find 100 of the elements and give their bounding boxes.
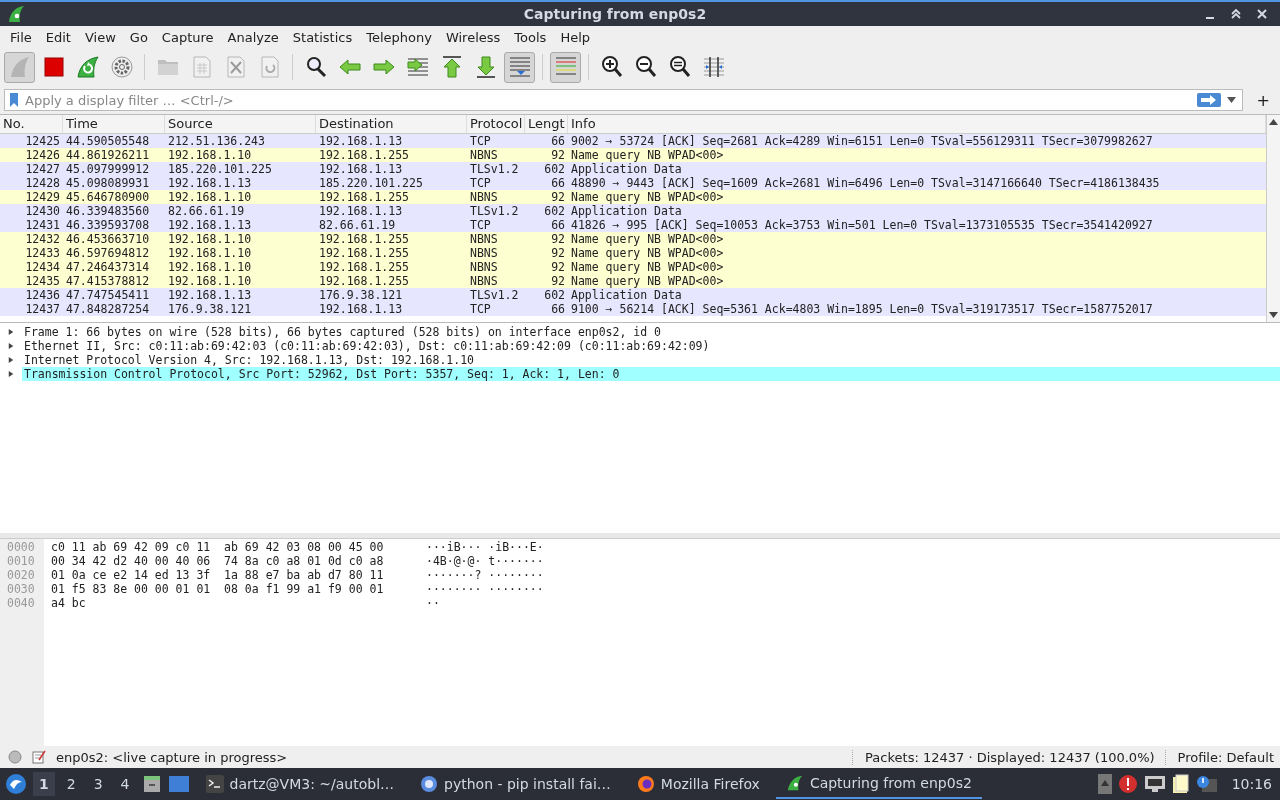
menu-item[interactable]: Help bbox=[553, 29, 597, 45]
table-cell-text: 192.168.1.255 bbox=[318, 148, 410, 162]
packet-row[interactable]: 12434 47.246437314 192.168.1.10 192.168.1.255 NBNS 92 Name query NB WPAD<00> bbox=[0, 260, 1266, 274]
notification-icon[interactable] bbox=[1195, 775, 1218, 793]
packet-row[interactable]: 12433 46.597694812 192.168.1.10 192.168.1.255 NBNS 92 Name query NB WPAD<00> bbox=[0, 246, 1266, 260]
alert-icon[interactable] bbox=[1117, 774, 1138, 794]
table-cell-text: NBNS bbox=[469, 260, 499, 274]
expand-arrow-icon[interactable] bbox=[8, 328, 14, 336]
hex-bytes: 00 34 42 d2 40 00 40 06 74 8a c0 a8 01 0d c0 a8 bbox=[51, 554, 385, 568]
menu-item[interactable]: Edit bbox=[38, 29, 78, 45]
byte-offset: 0000 bbox=[7, 540, 36, 554]
profile-label[interactable]: Profile: Default bbox=[1164, 749, 1274, 765]
table-cell-text: 192.168.1.10 bbox=[167, 260, 253, 274]
workspace-button[interactable]: 4 bbox=[114, 772, 136, 796]
taskbar-button[interactable]: Capturing from enp0s2 bbox=[775, 769, 982, 799]
workspace-button[interactable]: 2 bbox=[60, 772, 82, 796]
tree-item[interactable]: Transmission Control Protocol, Src Port: 52962, Dst Port: 5357, Seq: 1, Ack: 1, Len: 0 bbox=[22, 367, 1280, 381]
network-icon[interactable] bbox=[1143, 775, 1166, 793]
display-filter-field[interactable]: Apply a display filter … <Ctrl-/> bbox=[4, 89, 1243, 111]
menu-item[interactable]: Statistics bbox=[285, 29, 360, 45]
taskbar-button[interactable]: dartz@VM3: ~/autobl… bbox=[195, 769, 405, 799]
packet-row[interactable]: 12429 45.646780900 192.168.1.10 192.168.1.255 NBNS 92 Name query NB WPAD<00> bbox=[0, 190, 1266, 204]
table-cell-text: 46.339593708 bbox=[65, 218, 151, 232]
packet-row[interactable]: 12437 47.848287254 176.9.38.121 192.168.1.13 TCP 66 9100 → 56214 [ACK] Seq=5361 Ack=4803 Win=1895 Len=0 TSval=319173517 TSecr=1587752017 bbox=[0, 302, 1266, 316]
clock[interactable]: 10:16 bbox=[1223, 776, 1272, 792]
notepad-icon[interactable] bbox=[32, 750, 46, 764]
column-header[interactable]: Time bbox=[63, 115, 165, 133]
close-icon[interactable] bbox=[1256, 8, 1268, 20]
table-cell-text: 602 bbox=[543, 288, 566, 302]
column-header[interactable]: No. bbox=[0, 115, 63, 133]
packet-row[interactable]: 12426 44.861926211 192.168.1.10 192.168.1.255 NBNS 92 Name query NB WPAD<00> bbox=[0, 148, 1266, 162]
zoom-in-icon bbox=[599, 55, 624, 79]
tree-item[interactable]: Ethernet II, Src: c0:11:ab:69:42:03 (c0:11:ab:69:42:03), Dst: c0:11:ab:69:42:09 (c0:11:ab:69:42:09) bbox=[22, 339, 1280, 353]
window-title: Capturing from enp0s2 bbox=[522, 6, 708, 22]
packet-row[interactable]: 12432 46.453663710 192.168.1.10 192.168.1.255 NBNS 92 Name query NB WPAD<00> bbox=[0, 232, 1266, 246]
hex-bytes: c0 11 ab 69 42 09 c0 11 ab 69 42 03 08 00 45 00 bbox=[51, 540, 385, 554]
scroll-up-icon[interactable] bbox=[1269, 119, 1278, 125]
table-cell-text: 12433 bbox=[24, 246, 61, 260]
terminal-icon bbox=[205, 775, 224, 793]
desktop-icon[interactable] bbox=[167, 774, 190, 794]
table-cell-text: 48890 → 9443 [ACK] Seq=1609 Ack=2681 Win=6496 Len=0 TSval=3147166640 TSecr=4186138435 bbox=[570, 176, 1161, 190]
column-header[interactable]: Destination bbox=[316, 115, 467, 133]
column-header[interactable]: Lengt bbox=[525, 115, 568, 133]
packet-row[interactable]: 12430 46.339483560 82.66.61.19 192.168.1.13 TLSv1.2 602 Application Data bbox=[0, 204, 1266, 218]
expand-arrow-icon[interactable] bbox=[8, 356, 14, 364]
workspace-button[interactable]: 1 bbox=[33, 772, 55, 796]
column-header[interactable]: Protocol bbox=[467, 115, 525, 133]
gear-icon bbox=[109, 55, 134, 79]
packet-row[interactable]: 12435 47.415378812 192.168.1.10 192.168.1.255 NBNS 92 Name query NB WPAD<00> bbox=[0, 274, 1266, 288]
menu-item[interactable]: Telephony bbox=[359, 29, 439, 45]
table-cell-text: TLSv1.2 bbox=[469, 204, 520, 218]
menu-item[interactable]: Capture bbox=[154, 29, 221, 45]
menu-item[interactable]: Analyze bbox=[220, 29, 286, 45]
table-cell-text: 176.9.38.121 bbox=[318, 288, 404, 302]
packet-row[interactable]: 12427 45.097999912 185.220.101.225 192.168.1.13 TLSv1.2 602 Application Data bbox=[0, 162, 1266, 176]
menu-item[interactable]: Tools bbox=[507, 29, 554, 45]
table-cell-text: 46.339483560 bbox=[65, 204, 151, 218]
menu-item[interactable]: View bbox=[77, 29, 123, 45]
stop-icon bbox=[41, 55, 66, 79]
table-cell-text: 192.168.1.255 bbox=[318, 190, 410, 204]
column-header[interactable]: Source bbox=[165, 115, 316, 133]
table-cell-text: TLSv1.2 bbox=[469, 162, 520, 176]
packet-row[interactable]: 12425 44.590505548 212.51.136.243 192.168.1.13 TCP 66 9002 → 53724 [ACK] Seq=2681 Ack=4289 Win=6151 Len=0 TSval=556129311 TSecr=3079982627 bbox=[0, 134, 1266, 148]
tree-item[interactable]: Frame 1: 66 bytes on wire (528 bits), 66 bytes captured (528 bits) on interface enp0s2, id 0 bbox=[22, 325, 1280, 339]
zoom-reset-icon bbox=[667, 55, 692, 79]
table-cell-text: 66 bbox=[550, 176, 566, 190]
table-cell-text: 82.66.61.19 bbox=[318, 218, 397, 232]
table-cell-text: 45.098089931 bbox=[65, 176, 151, 190]
table-cell-text: 47.415378812 bbox=[65, 274, 151, 288]
table-cell-text: 47.848287254 bbox=[65, 302, 151, 316]
table-cell-text: 192.168.1.13 bbox=[318, 204, 404, 218]
menu-item[interactable]: Go bbox=[122, 29, 155, 45]
filter-input[interactable]: Apply a display filter … <Ctrl-/> bbox=[25, 92, 1191, 108]
taskbar-button[interactable]: Mozilla Firefox bbox=[626, 769, 770, 799]
file-cabinet-icon[interactable] bbox=[141, 774, 162, 794]
zoom-out-icon bbox=[633, 55, 658, 79]
dropdown-caret-icon[interactable] bbox=[1226, 97, 1236, 103]
scrollbar[interactable] bbox=[1266, 115, 1280, 322]
workspace-button[interactable]: 3 bbox=[87, 772, 109, 796]
tree-item[interactable]: Internet Protocol Version 4, Src: 192.168.1.13, Dst: 192.168.1.10 bbox=[22, 353, 1280, 367]
table-cell-text: 192.168.1.255 bbox=[318, 260, 410, 274]
table-cell-text: TCP bbox=[469, 176, 492, 190]
table-cell-text: Application Data bbox=[570, 204, 683, 218]
shark-fin-icon bbox=[785, 774, 804, 792]
add-filter-button[interactable]: + bbox=[1250, 90, 1276, 110]
maximize-icon[interactable] bbox=[1230, 8, 1242, 20]
taskbar-button[interactable]: python - pip install fai… bbox=[410, 769, 621, 799]
browser-icon bbox=[420, 775, 439, 793]
packet-row[interactable]: 12431 46.339593708 192.168.1.13 82.66.61.19 TCP 66 41826 → 995 [ACK] Seq=10053 Ack=3753 Win=501 Len=0 TSval=1373105535 TSecr=3541420927 bbox=[0, 218, 1266, 232]
menu-item[interactable]: Wireless bbox=[438, 29, 508, 45]
notes-icon[interactable] bbox=[1171, 774, 1190, 794]
table-cell-text: 12436 bbox=[24, 288, 61, 302]
start-menu-icon[interactable] bbox=[5, 773, 27, 795]
menu-item[interactable]: File bbox=[3, 29, 39, 45]
expand-arrow-icon[interactable] bbox=[8, 370, 14, 378]
table-cell-text: 12429 bbox=[24, 190, 61, 204]
expand-arrow-icon[interactable] bbox=[8, 342, 14, 350]
scroll-down-icon[interactable] bbox=[1269, 312, 1278, 318]
packet-row[interactable]: 12436 47.747545411 192.168.1.13 176.9.38.121 TLSv1.2 602 Application Data bbox=[0, 288, 1266, 302]
packet-row[interactable]: 12428 45.098089931 192.168.1.13 185.220.101.225 TCP 66 48890 → 9443 [ACK] Seq=1609 Ack=2681 Win=6496 Len=0 TSval=3147166640 TSecr=4186138435 bbox=[0, 176, 1266, 190]
